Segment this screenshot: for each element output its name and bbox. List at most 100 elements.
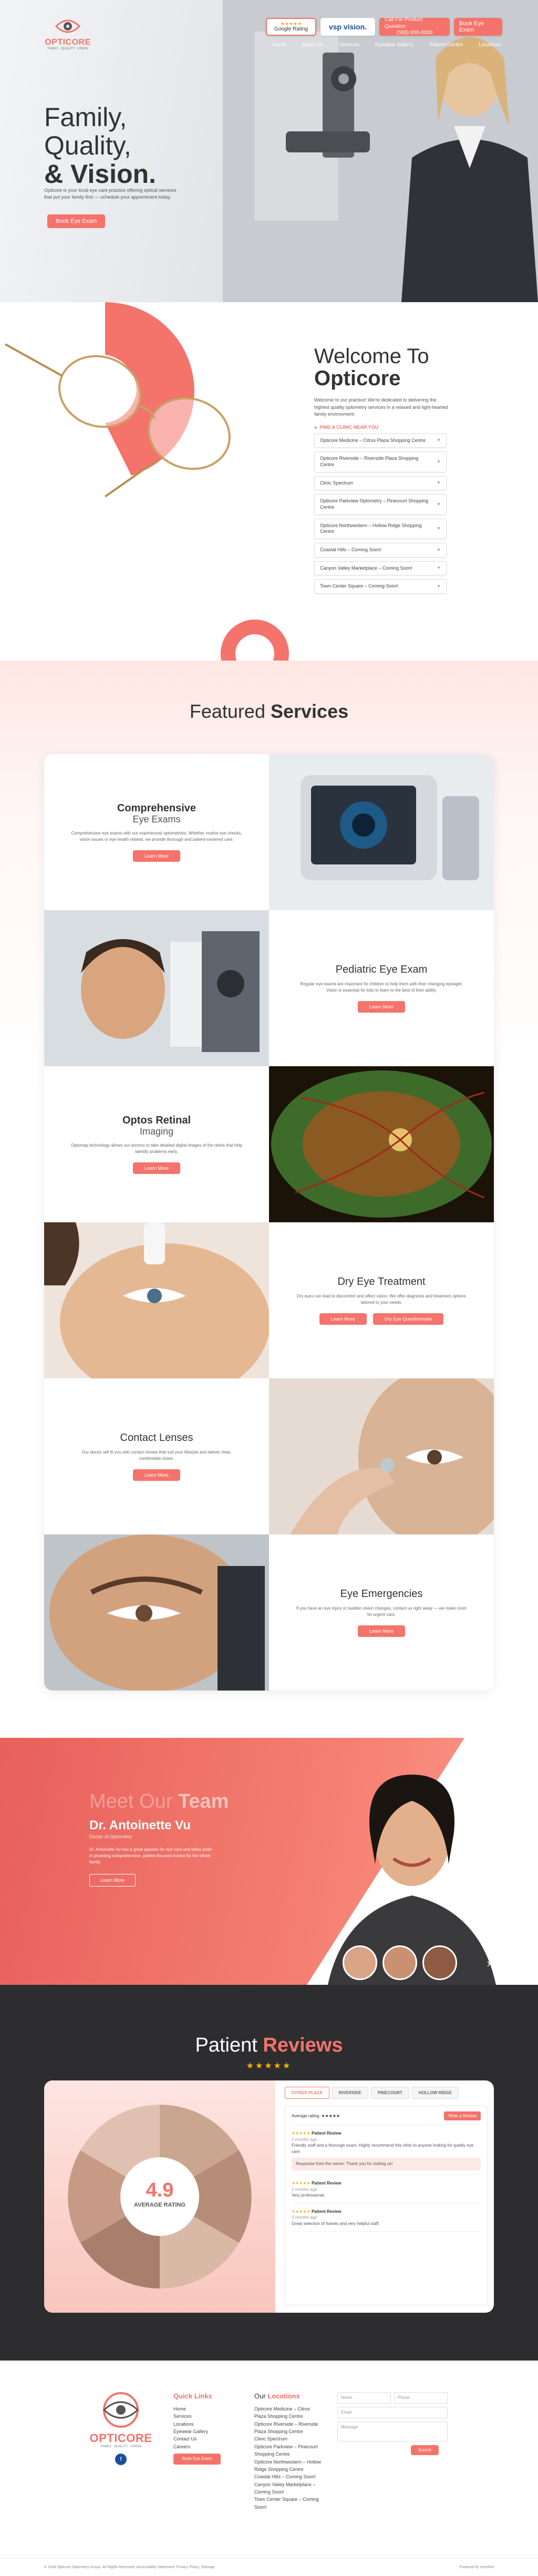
welcome-body: Welcome to our practice! We're dedicated…: [314, 397, 448, 417]
nav-item-about[interactable]: About Us: [302, 42, 323, 48]
team-member-thumbnail[interactable]: [343, 1945, 377, 1980]
find-clinic-text: FIND A CLINIC NEAR YOU: [319, 424, 379, 430]
learn-more-button[interactable]: Learn More: [357, 1625, 406, 1637]
location-accordion[interactable]: Opticore Riverside – Riverside Plaza Sho…: [314, 451, 447, 472]
footer-link[interactable]: Locations: [173, 2420, 236, 2428]
tab-citrus-plaza[interactable]: CITRUS PLAZA: [285, 2087, 329, 2099]
eye-logo-icon: [102, 2392, 139, 2428]
team-title: Meet Our Team: [89, 1790, 229, 1813]
vsp-vision-badge[interactable]: vsp vision.: [320, 18, 375, 36]
service-eye-emergencies: Eye Emergencies If you have an eye injur…: [269, 1534, 494, 1691]
service-optos-imaging: Optos Retinal Imaging Optomap technology…: [44, 1066, 269, 1222]
footer-locations: Our Locations Opticore Medicine – Citrus…: [254, 2391, 323, 2511]
call-label: Call For Product Question: [385, 17, 423, 29]
chevron-down-icon: ▼: [437, 438, 441, 443]
location-accordion[interactable]: Opticore Parkview Optometry – Pinecourt …: [314, 494, 447, 515]
footer-book-button[interactable]: Book Eye Exam: [173, 2454, 221, 2465]
learn-more-button[interactable]: Learn More: [319, 1313, 367, 1325]
footer-location-link[interactable]: Opticore Medicine – Citrus Plaza Shoppin…: [254, 2405, 323, 2420]
chevron-down-icon: ▼: [437, 480, 441, 486]
learn-more-button[interactable]: Learn More: [132, 1469, 181, 1481]
service-description: Comprehensive eye exams with our experie…: [71, 830, 242, 842]
location-accordion[interactable]: Town Center Square – Coming Soon! ▼: [314, 579, 447, 594]
tab-pinecourt[interactable]: PINECOURT: [370, 2087, 409, 2099]
nav-item-services[interactable]: Services: [339, 42, 359, 48]
location-accordion[interactable]: Opticore Medicine – Citrus Plaza Shoppin…: [314, 433, 447, 448]
nav-item-patient-centre[interactable]: Patient Centre: [429, 42, 463, 48]
team-member-thumbnail[interactable]: [422, 1945, 457, 1980]
service-row: Eye Emergencies If you have an eye injur…: [44, 1534, 494, 1691]
learn-more-button[interactable]: Learn More: [132, 1162, 181, 1174]
review-date: 3 months ago: [292, 2215, 317, 2220]
team-member-thumbnail[interactable]: [382, 1945, 417, 1980]
nav-item-locations[interactable]: Locations: [479, 42, 501, 48]
location-accordion[interactable]: Opticore Northwestern – Hollow Ridge Sho…: [314, 518, 447, 539]
reviewer-name: Patient Review: [312, 2180, 342, 2186]
reviews-title-light: Patient: [195, 2034, 257, 2056]
review-list[interactable]: Average rating: ★★★★★ Write a Review ★★★…: [285, 2106, 488, 2305]
hero-subtitle: Opticore is your local eye care practice…: [44, 188, 177, 200]
submit-button[interactable]: Submit: [411, 2445, 439, 2455]
welcome-title: Welcome To Opticore: [314, 345, 451, 389]
service-subtitle: Emergencies: [361, 1588, 423, 1600]
tab-riverside[interactable]: RIVERSIDE: [332, 2087, 368, 2099]
footer-link[interactable]: Services: [173, 2413, 236, 2420]
location-name: Town Center Square – Coming Soon!: [320, 583, 399, 589]
learn-more-button[interactable]: Learn More: [132, 850, 181, 862]
footer-link[interactable]: Contact Us: [173, 2435, 236, 2443]
team-title-bold: Team: [178, 1790, 229, 1812]
call-button[interactable]: Call For Product Question (555) 000-0000: [379, 17, 450, 36]
next-arrow-icon[interactable]: ›: [487, 1956, 491, 1970]
phone-field[interactable]: Phone: [394, 2392, 448, 2404]
learn-more-button[interactable]: Learn More: [357, 1001, 406, 1013]
location-name: Opticore Riverside – Riverside Plaza Sho…: [320, 456, 419, 467]
footer-link[interactable]: Careers: [173, 2443, 236, 2450]
service-title: Comprehensive: [117, 802, 196, 815]
eyeglasses-illustration: [5, 302, 231, 498]
footer-location-link[interactable]: Town Center Square – Coming Soon!: [254, 2496, 323, 2511]
team-learn-more-button[interactable]: Learn More: [89, 1874, 136, 1887]
welcome-section: Welcome To Opticore Welcome to our pract…: [0, 302, 538, 661]
footer-location-link[interactable]: Opticore Parkview – Pinecourt Shopping C…: [254, 2443, 323, 2458]
hero-section: OPTICORE FAMILY · QUALITY · VISION ★★★★★…: [0, 0, 538, 302]
facebook-icon[interactable]: f: [115, 2454, 127, 2465]
location-accordion[interactable]: Canyon Valley Marketplace – Coming Soon!…: [314, 561, 447, 576]
message-field[interactable]: Message: [337, 2422, 448, 2441]
footer-location-link[interactable]: Opticore Riverside – Riverside Plaza Sho…: [254, 2420, 323, 2436]
tab-hollow-ridge[interactable]: HOLLOW RIDGE: [411, 2087, 459, 2099]
footer-location-link[interactable]: Coastal Hills – Coming Soon!: [254, 2473, 323, 2480]
services-grid: Comprehensive Eye Exams Comprehensive ey…: [44, 754, 494, 1691]
nav-item-gallery[interactable]: Eyewear Gallery: [375, 42, 413, 48]
footer-location-link[interactable]: Opticore Northwestern – Hollow Ridge Sho…: [254, 2458, 323, 2474]
dry-eye-questionnaire-button[interactable]: Dry Eye Questionnaire: [373, 1313, 444, 1325]
review-location-tabs: CITRUS PLAZA RIVERSIDE PINECOURT HOLLOW …: [285, 2087, 459, 2099]
child-exam-image: [44, 910, 269, 1066]
review-item: ★★★★★ Patient Review 2 months ago Very p…: [292, 2180, 481, 2203]
opticore-logo[interactable]: OPTICORE FAMILY · QUALITY · VISION: [44, 16, 91, 50]
average-rating-label: AVERAGE RATING: [134, 2202, 185, 2208]
service-title: Pediatric Eye: [335, 964, 398, 975]
footer-link[interactable]: Home: [173, 2405, 236, 2413]
footer-location-link[interactable]: Canyon Valley Marketplace – Coming Soon!: [254, 2481, 323, 2496]
footer-logo[interactable]: OPTICORE FAMILY · QUALITY · VISION f: [84, 2391, 158, 2465]
contact-form: Name Phone Email Message Submit: [337, 2392, 448, 2455]
email-field[interactable]: Email: [337, 2407, 448, 2418]
write-review-button[interactable]: Write a Review: [444, 2111, 481, 2120]
service-description: Optomap technology allows our doctors to…: [71, 1142, 242, 1154]
location-accordion[interactable]: Coastal Hills – Coming Soon! ▼: [314, 543, 447, 558]
owner-reply: Response from the owner: Thank you for v…: [292, 2158, 481, 2170]
credit-link[interactable]: Powered by rlevelnet: [460, 2565, 494, 2569]
location-accordion[interactable]: Clinic Spectrum ▼: [314, 476, 447, 491]
hero-book-button[interactable]: Book Eye Exam: [47, 214, 106, 228]
footer-wordmark: OPTICORE: [89, 2431, 152, 2445]
google-rating-badge[interactable]: ★★★★★ Google Rating: [266, 18, 316, 36]
nav-item-home[interactable]: Home: [272, 42, 286, 48]
footer-location-link[interactable]: Clinic Spectrum: [254, 2435, 323, 2443]
service-description: Regular eye exams are important for chil…: [300, 982, 463, 993]
name-field[interactable]: Name: [337, 2392, 391, 2404]
chevron-down-icon: ▼: [437, 459, 441, 464]
book-eye-exam-button[interactable]: Book Eye Exam: [454, 18, 502, 36]
review-text: Very professional.: [292, 2193, 325, 2198]
logo-tagline: FAMILY · QUALITY · VISION: [47, 47, 88, 50]
footer-link[interactable]: Eyewear Gallery: [173, 2428, 236, 2435]
